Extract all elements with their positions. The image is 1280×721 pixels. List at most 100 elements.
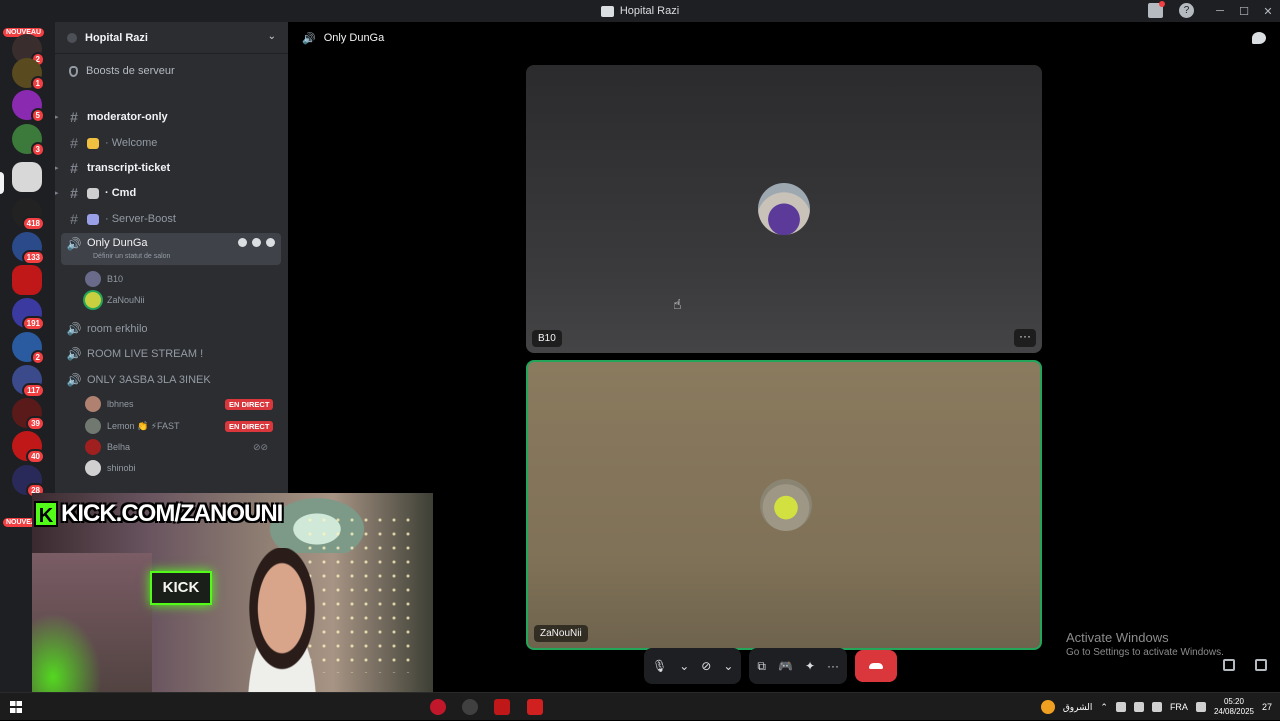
server-icon[interactable]: 2 — [12, 332, 45, 365]
maximize-button[interactable]: ☐ — [1232, 5, 1256, 18]
disconnect-button[interactable] — [855, 650, 898, 682]
voice-channel-room-live-stream[interactable]: 🔊 ROOM LIVE STREAM ! — [61, 343, 281, 365]
server-icon[interactable]: 1 — [12, 58, 45, 91]
gear-icon[interactable] — [266, 238, 275, 247]
voice-member-b10[interactable]: B10 — [85, 269, 123, 289]
server-icon-small — [67, 32, 77, 43]
open-chat-icon[interactable] — [238, 238, 247, 247]
network-icon[interactable] — [1133, 702, 1144, 712]
server-icon[interactable]: 418 — [12, 198, 45, 231]
camera-off-icon[interactable]: ⊘ — [701, 659, 711, 673]
muted-deafened-icon: ⊘⊘ — [253, 442, 269, 452]
chevron-down-icon[interactable]: ⌄ — [723, 659, 733, 673]
voice-channel-only-3asba[interactable]: 🔊 ONLY 3ASBA 3LA 3INEK — [61, 369, 281, 391]
kick-url: KICK.COM/ZANOUNI — [61, 500, 283, 527]
voice-member-shinobi[interactable]: shinobi — [85, 458, 136, 478]
activity-gamepad-icon[interactable]: 🎮 — [778, 659, 793, 673]
speaker-icon: 🔊 — [66, 373, 82, 387]
chevron-down-icon[interactable]: ⌄ — [679, 659, 689, 673]
chat-icon[interactable] — [1252, 32, 1266, 44]
server-boosts-link[interactable]: Boosts de serveur — [55, 54, 288, 88]
language-indicator[interactable]: FRA — [1170, 702, 1188, 712]
voice-member-lemon[interactable]: Lemon 👏 ⚡FAST — [85, 416, 180, 436]
avatar — [85, 271, 101, 287]
set-channel-status[interactable]: Définir un statut de salon — [93, 253, 170, 260]
speaker-icon: 🔊 — [302, 32, 316, 45]
soundboard-icon[interactable]: ✦ — [805, 659, 815, 673]
speaker-icon: 🔊 — [66, 347, 82, 361]
kick-neon-sign: KICK — [150, 571, 212, 605]
channel-transcript-ticket[interactable]: ▸ # transcript-ticket — [55, 157, 281, 179]
pop-out-icon[interactable] — [1223, 659, 1235, 671]
avatar — [85, 439, 101, 455]
skull-emoji-icon — [87, 187, 99, 199]
server-icon[interactable]: 28 — [12, 465, 45, 498]
microphone-tray-icon[interactable] — [1151, 702, 1162, 712]
chevron-down-icon: ⌄ — [267, 31, 276, 42]
channel-moderator-only[interactable]: ▸ # moderator-only — [55, 106, 281, 128]
windows-activation-watermark: Activate Windows Go to Settings to activ… — [1066, 630, 1224, 658]
hash-icon: # — [70, 160, 78, 176]
boost-gem-icon — [69, 65, 78, 77]
avatar — [760, 479, 812, 531]
activity-group: ⧉ 🎮 ✦ ··· — [749, 648, 848, 684]
rocket-emoji-icon — [87, 213, 99, 225]
windows-start-icon[interactable] — [10, 701, 22, 713]
server-header[interactable]: Hopital Razi ⌄ — [55, 22, 288, 54]
voice-channel-only-dunga[interactable]: 🔊 Only DunGa Définir un statut de salon — [61, 233, 281, 265]
avatar — [85, 292, 101, 308]
voice-member-belha[interactable]: Belha — [85, 437, 130, 457]
app-icon[interactable] — [462, 699, 478, 715]
unread-caret-icon: ▸ — [55, 114, 59, 121]
server-icon[interactable]: 133 — [12, 232, 45, 265]
keyboard-icon[interactable] — [1195, 702, 1206, 712]
server-icon[interactable]: 39 — [12, 398, 45, 431]
server-icon[interactable]: 40 — [12, 431, 45, 464]
notification-count[interactable]: 27 — [1262, 702, 1272, 712]
channel-cmd[interactable]: ▸ # · Cmd — [55, 182, 281, 204]
opera-icon[interactable] — [430, 699, 446, 715]
call-channel-title: Only DunGa — [323, 32, 385, 44]
chevron-up-icon[interactable]: ⌃ — [1100, 702, 1108, 713]
unread-caret-icon: ▸ — [55, 165, 59, 172]
more-icon[interactable]: ··· — [827, 659, 839, 673]
participant-tile-b10[interactable]: B10 ··· — [526, 65, 1042, 353]
server-icon[interactable]: 191 — [12, 298, 45, 331]
mic-camera-group: 🎙 ⌄ ⊘ ⌄ — [644, 648, 742, 684]
voice-member-zanounii[interactable]: ZaNouNii — [85, 290, 145, 310]
server-icon[interactable]: 3 — [12, 124, 45, 157]
server-icon[interactable]: 5 — [12, 90, 45, 123]
mouse-pointer-icon: ☝ — [673, 296, 682, 312]
system-tray: الشروق ⌃ FRA 05:20 24/08/2025 27 — [1040, 693, 1272, 721]
weather-text: الشروق — [1062, 701, 1093, 712]
fullscreen-icon[interactable] — [1255, 659, 1267, 671]
inbox-icon[interactable] — [1148, 1, 1165, 18]
hang-up-icon — [869, 663, 884, 669]
channel-welcome[interactable]: # · Welcome — [61, 132, 281, 154]
speaker-icon: 🔊 — [66, 322, 82, 336]
weather-icon[interactable] — [1040, 700, 1055, 714]
clock[interactable]: 05:20 24/08/2025 — [1214, 697, 1254, 717]
avatar — [758, 183, 810, 235]
close-button[interactable]: ✕ — [1256, 5, 1280, 18]
server-icon[interactable]: 117 — [12, 365, 45, 398]
app-icon[interactable] — [494, 699, 510, 715]
participant-tile-zanounii[interactable]: ZaNouNii — [526, 360, 1042, 650]
screen-share-icon[interactable]: ⧉ — [757, 659, 766, 674]
invite-icon[interactable] — [252, 238, 261, 247]
server-icon-hopital-razi[interactable] — [12, 162, 42, 192]
voice-channel-room-erkhilo[interactable]: 🔊 room erkhilo — [61, 318, 281, 340]
minimize-button[interactable]: ─ — [1208, 5, 1232, 17]
voice-member-lbhnes[interactable]: lbhnes — [85, 394, 134, 414]
channel-server-boost[interactable]: # · Server-Boost — [61, 208, 281, 230]
volume-icon[interactable] — [1115, 702, 1126, 712]
more-options-icon[interactable]: ··· — [1014, 329, 1036, 347]
help-icon[interactable]: ? — [1179, 3, 1194, 18]
server-icon[interactable] — [12, 265, 42, 295]
microphone-icon[interactable]: 🎙 — [652, 659, 667, 673]
avatar — [85, 396, 101, 412]
window-titlebar: Hopital Razi ? ─ ☐ ✕ — [0, 0, 1280, 22]
app-icon[interactable] — [527, 699, 543, 715]
participant-name: B10 — [532, 330, 562, 347]
voice-call-view: 🔊 Only DunGa B10 ··· ☝ ZaNouNii 🎙 ⌄ ⊘ ⌄ … — [288, 22, 1280, 692]
